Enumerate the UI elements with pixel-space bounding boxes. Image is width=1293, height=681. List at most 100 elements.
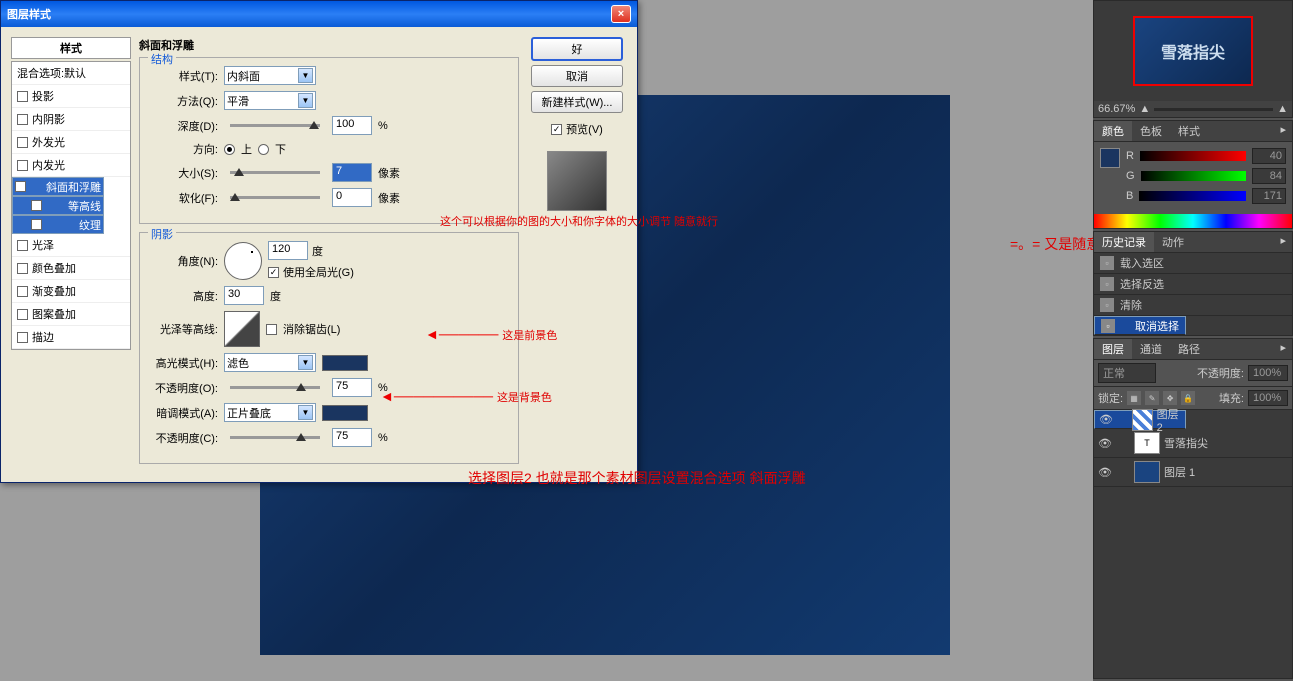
channel-slider[interactable] [1139, 191, 1246, 201]
technique-select[interactable]: 平滑▼ [224, 91, 316, 110]
shadow-opacity-slider[interactable] [230, 436, 320, 439]
foreground-color-swatch[interactable] [1100, 148, 1120, 168]
layer-thumbnail[interactable] [1132, 409, 1153, 431]
tab-paths[interactable]: 路径 [1170, 339, 1208, 359]
style-item[interactable]: 颜色叠加 [12, 257, 130, 280]
tab-swatches[interactable]: 色板 [1132, 121, 1170, 141]
angle-input[interactable]: 120 [268, 241, 308, 260]
style-item[interactable]: 混合选项:默认 [12, 62, 130, 85]
style-item[interactable]: 渐变叠加 [12, 280, 130, 303]
visibility-icon[interactable]: 👁 [1098, 436, 1112, 450]
channel-slider[interactable] [1140, 151, 1246, 161]
channel-value[interactable]: 40 [1252, 148, 1286, 164]
antialias-checkbox[interactable] [266, 324, 277, 335]
global-light-checkbox[interactable]: ✓ [268, 267, 279, 278]
tab-channels[interactable]: 通道 [1132, 339, 1170, 359]
new-style-button[interactable]: 新建样式(W)... [531, 91, 623, 113]
layer-row[interactable]: 👁T雪落指尖 [1094, 429, 1292, 458]
blend-mode-select[interactable]: 正常 [1098, 363, 1156, 383]
highlight-mode-select[interactable]: 滤色▼ [224, 353, 316, 372]
layer-thumbnail[interactable]: T [1134, 432, 1160, 454]
soften-slider[interactable] [230, 196, 320, 199]
history-item[interactable]: ▫取消选择 [1094, 316, 1186, 335]
style-checkbox[interactable] [17, 332, 28, 343]
style-item[interactable]: 光泽 [12, 234, 130, 257]
style-item[interactable]: 纹理 [12, 215, 104, 234]
style-checkbox[interactable] [31, 219, 42, 230]
tab-actions[interactable]: 动作 [1154, 232, 1192, 252]
channel-slider[interactable] [1141, 171, 1246, 181]
style-item[interactable]: 描边 [12, 326, 130, 349]
lock-paint-icon[interactable]: ✎ [1145, 391, 1159, 405]
style-select[interactable]: 内斜面▼ [224, 66, 316, 85]
depth-slider[interactable] [230, 124, 320, 127]
opacity-input[interactable]: 100% [1248, 365, 1288, 381]
zoom-out-icon[interactable]: ▲ [1139, 103, 1150, 115]
depth-input[interactable]: 100 [332, 116, 372, 135]
style-checkbox[interactable] [17, 240, 28, 251]
visibility-icon[interactable]: 👁 [1098, 465, 1112, 479]
shadow-mode-select[interactable]: 正片叠底▼ [224, 403, 316, 422]
style-checkbox[interactable] [17, 160, 28, 171]
direction-down-radio[interactable] [258, 144, 269, 155]
panel-menu-icon[interactable]: ▸ [1274, 232, 1292, 252]
style-checkbox[interactable]: ✓ [15, 181, 26, 192]
layer-thumbnail[interactable] [1134, 461, 1160, 483]
history-item[interactable]: ▫载入选区 [1094, 253, 1292, 274]
style-checkbox[interactable] [31, 200, 42, 211]
size-slider[interactable] [230, 171, 320, 174]
tab-layers[interactable]: 图层 [1094, 339, 1132, 359]
preview-checkbox[interactable]: ✓ [551, 124, 562, 135]
style-item[interactable]: 投影 [12, 85, 130, 108]
lock-label: 锁定: [1098, 390, 1123, 406]
soften-input[interactable]: 0 [332, 188, 372, 207]
color-spectrum[interactable] [1094, 214, 1292, 228]
style-checkbox[interactable] [17, 114, 28, 125]
style-item[interactable]: 外发光 [12, 131, 130, 154]
highlight-color-swatch[interactable] [322, 355, 368, 371]
style-checkbox[interactable] [17, 309, 28, 320]
direction-up-radio[interactable] [224, 144, 235, 155]
history-item[interactable]: ▫清除 [1094, 295, 1292, 316]
style-item[interactable]: 内发光 [12, 154, 130, 177]
panel-menu-icon[interactable]: ▸ [1274, 121, 1292, 141]
highlight-opacity-input[interactable]: 75 [332, 378, 372, 397]
style-item[interactable]: 等高线 [12, 196, 104, 215]
zoom-slider[interactable] [1154, 108, 1273, 111]
shadow-color-swatch[interactable] [322, 405, 368, 421]
size-input[interactable]: 7 [332, 163, 372, 182]
panel-menu-icon[interactable]: ▸ [1274, 339, 1292, 359]
angle-picker[interactable] [224, 242, 262, 280]
tab-color[interactable]: 颜色 [1094, 121, 1132, 141]
dialog-titlebar[interactable]: 图层样式 × [1, 1, 637, 27]
style-item[interactable]: 图案叠加 [12, 303, 130, 326]
lock-transparency-icon[interactable]: ▦ [1127, 391, 1141, 405]
altitude-input[interactable]: 30 [224, 286, 264, 305]
visibility-icon[interactable]: 👁 [1099, 413, 1113, 427]
navigator-preview[interactable]: 雪落指尖 [1094, 1, 1292, 101]
cancel-button[interactable]: 取消 [531, 65, 623, 87]
channel-value[interactable]: 171 [1252, 188, 1286, 204]
style-item[interactable]: ✓斜面和浮雕 [12, 177, 104, 196]
highlight-opacity-slider[interactable] [230, 386, 320, 389]
style-checkbox[interactable] [17, 286, 28, 297]
gloss-contour-picker[interactable] [224, 311, 260, 347]
tab-styles[interactable]: 样式 [1170, 121, 1208, 141]
lock-position-icon[interactable]: ✥ [1163, 391, 1177, 405]
tab-history[interactable]: 历史记录 [1094, 232, 1154, 252]
shadow-opacity-input[interactable]: 75 [332, 428, 372, 447]
zoom-in-icon[interactable]: ▲ [1277, 103, 1288, 115]
lock-all-icon[interactable]: 🔒 [1181, 391, 1195, 405]
ok-button[interactable]: 好 [531, 37, 623, 61]
close-icon[interactable]: × [611, 5, 631, 23]
style-checkbox[interactable] [17, 137, 28, 148]
history-item[interactable]: ▫选择反选 [1094, 274, 1292, 295]
style-checkbox[interactable] [17, 91, 28, 102]
layer-row[interactable]: 👁图层 1 [1094, 458, 1292, 487]
style-item[interactable]: 内阴影 [12, 108, 130, 131]
structure-legend: 结构 [148, 51, 176, 67]
layer-row[interactable]: 👁图层 2 [1094, 410, 1186, 429]
fill-input[interactable]: 100% [1248, 390, 1288, 406]
style-checkbox[interactable] [17, 263, 28, 274]
channel-value[interactable]: 84 [1252, 168, 1286, 184]
